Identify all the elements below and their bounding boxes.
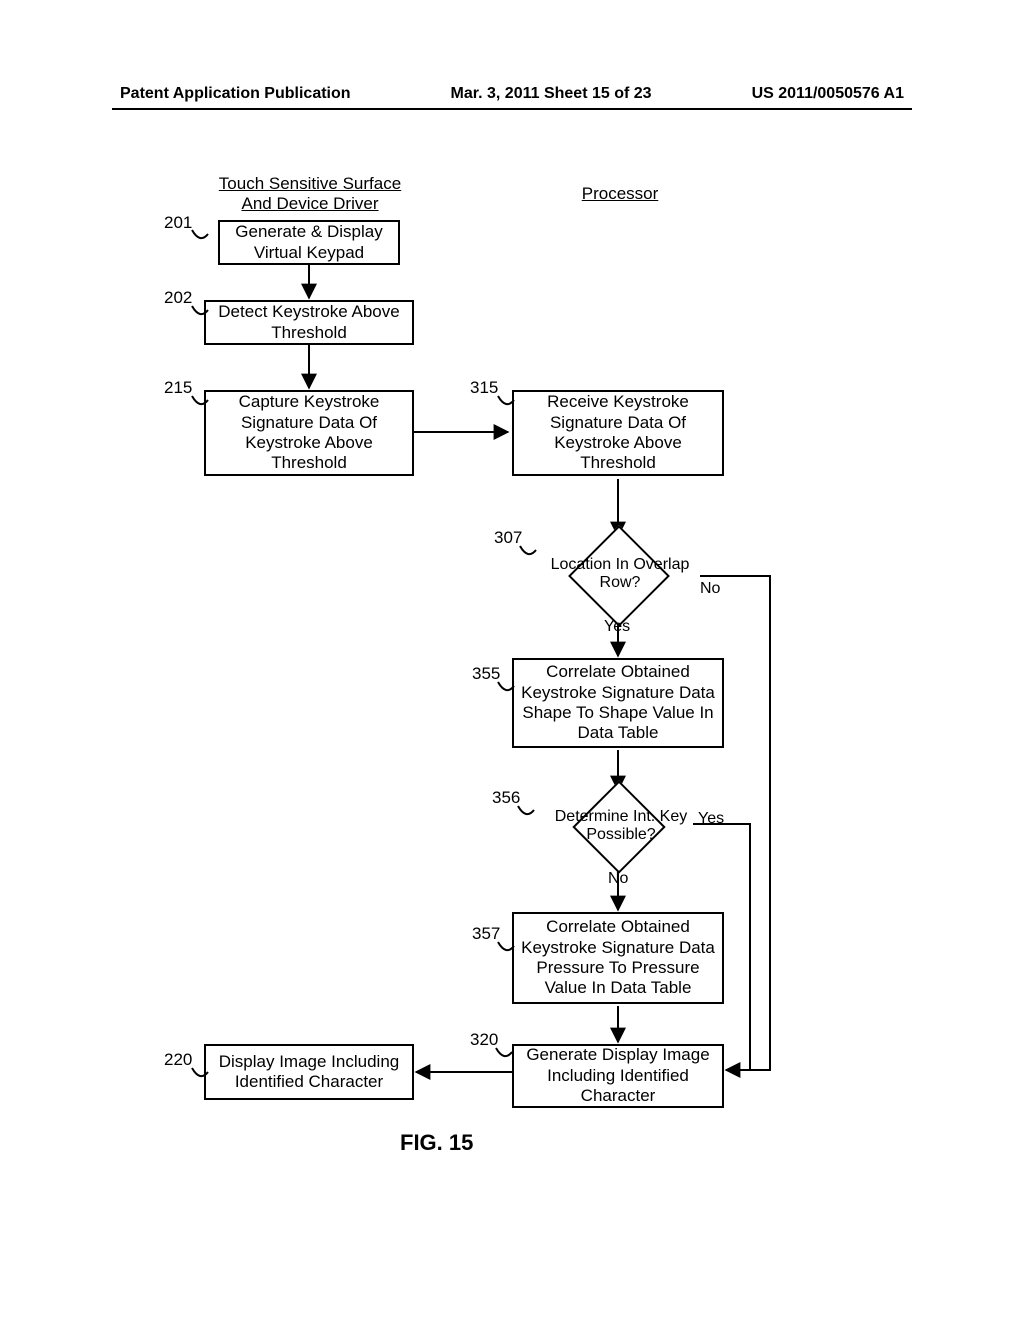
page-header: Patent Application Publication Mar. 3, 2…	[120, 85, 904, 103]
callout-icon	[190, 228, 210, 246]
callout-icon	[496, 394, 516, 412]
callout-icon	[190, 394, 210, 412]
box-text: Generate Display Image Including Identif…	[520, 1045, 716, 1106]
ref-202: 202	[164, 288, 192, 308]
box-text: Generate & Display Virtual Keypad	[226, 222, 392, 263]
step-capture-signature: Capture Keystroke Signature Data Of Keys…	[204, 390, 414, 476]
decision-overlap-row	[568, 525, 670, 627]
callout-icon	[516, 804, 536, 822]
step-correlate-pressure: Correlate Obtained Keystroke Signature D…	[512, 912, 724, 1004]
callout-icon	[518, 544, 538, 562]
box-text: Capture Keystroke Signature Data Of Keys…	[212, 392, 406, 474]
box-text: Correlate Obtained Keystroke Signature D…	[520, 917, 716, 999]
step-receive-signature: Receive Keystroke Signature Data Of Keys…	[512, 390, 724, 476]
ref-315: 315	[470, 378, 498, 398]
box-text: Display Image Including Identified Chara…	[212, 1052, 406, 1093]
callout-icon	[190, 304, 210, 322]
decision-int-key	[572, 780, 665, 873]
header-rule	[112, 108, 912, 110]
branch-no: No	[700, 580, 720, 598]
ref-220: 220	[164, 1050, 192, 1070]
column-heading-right: Processor	[560, 184, 680, 204]
column-heading-left: Touch Sensitive Surface And Device Drive…	[210, 174, 410, 214]
header-left: Patent Application Publication	[120, 85, 351, 103]
page: Patent Application Publication Mar. 3, 2…	[0, 0, 1024, 1320]
step-generate-keypad: Generate & Display Virtual Keypad	[218, 220, 400, 265]
box-text: Correlate Obtained Keystroke Signature D…	[520, 662, 716, 744]
callout-icon	[496, 940, 516, 958]
header-right: US 2011/0050576 A1	[752, 85, 904, 103]
step-correlate-shape: Correlate Obtained Keystroke Signature D…	[512, 658, 724, 748]
step-detect-keystroke: Detect Keystroke Above Threshold	[204, 300, 414, 345]
box-text: Detect Keystroke Above Threshold	[212, 302, 406, 343]
header-mid: Mar. 3, 2011 Sheet 15 of 23	[451, 85, 652, 103]
step-display-image: Display Image Including Identified Chara…	[204, 1044, 414, 1100]
branch-yes: Yes	[604, 618, 630, 636]
box-text: Receive Keystroke Signature Data Of Keys…	[520, 392, 716, 474]
ref-201: 201	[164, 213, 192, 233]
callout-icon	[190, 1066, 210, 1084]
callout-icon	[494, 1046, 514, 1064]
step-generate-display: Generate Display Image Including Identif…	[512, 1044, 724, 1108]
branch-yes: Yes	[698, 810, 724, 828]
branch-no: No	[608, 870, 628, 888]
figure-caption: FIG. 15	[400, 1130, 473, 1156]
callout-icon	[496, 680, 516, 698]
ref-215: 215	[164, 378, 192, 398]
